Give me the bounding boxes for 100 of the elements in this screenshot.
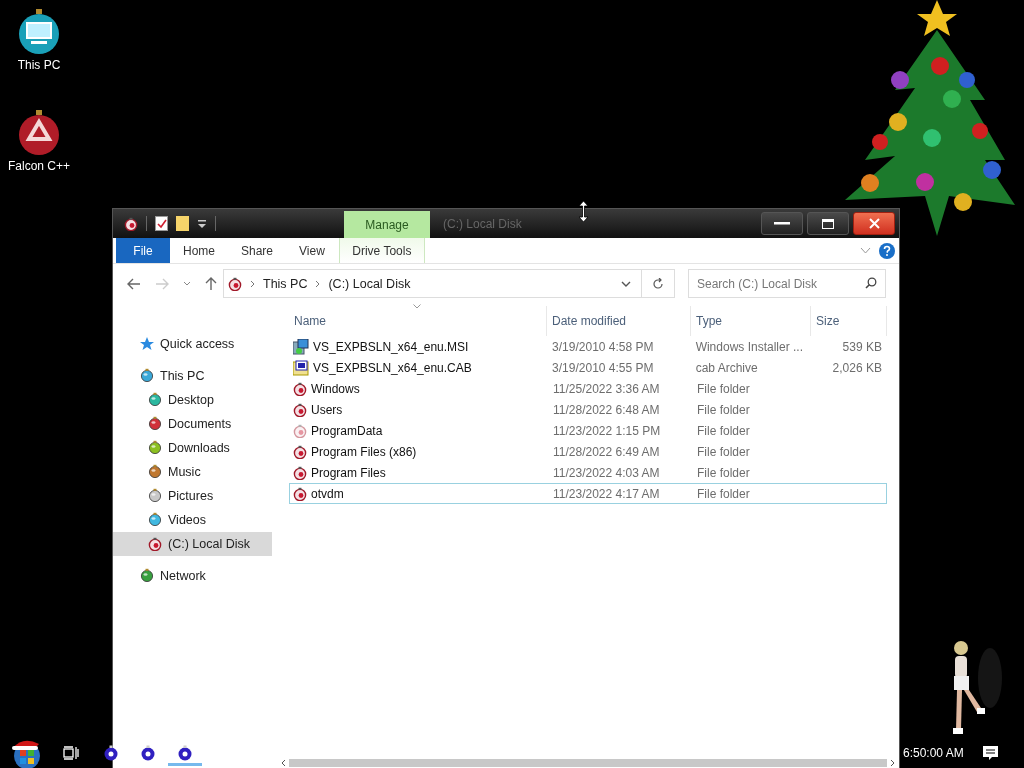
ornament-icon	[148, 487, 162, 502]
type-cell-text: File folder	[696, 465, 751, 480]
desktop-icon-label[interactable]: This PC	[17, 58, 61, 72]
clock[interactable]: 6:50:00 AM	[903, 746, 964, 760]
nav-item[interactable]: Pictures	[113, 484, 272, 508]
minimize-button[interactable]	[761, 212, 803, 235]
type-cell-text: cab Archive	[694, 360, 759, 375]
help-icon[interactable]	[879, 242, 895, 259]
address-bar[interactable]: This PC (C:) Local Disk	[223, 269, 642, 298]
maximize-icon	[822, 218, 834, 229]
dropdown-icon[interactable]	[621, 280, 631, 287]
task-view-icon[interactable]	[63, 746, 79, 760]
back-icon[interactable]	[127, 277, 141, 290]
nav-item[interactable]: Network	[113, 564, 272, 588]
ornament-icon	[140, 567, 154, 582]
ornament-icon	[148, 463, 162, 478]
nav-item[interactable]: Desktop	[113, 388, 272, 412]
size-cell-text: 539 KB	[841, 339, 883, 354]
file-name: VS_EXPBSLN_x64_enu.MSI	[313, 339, 469, 354]
nav-item[interactable]: (C:) Local Disk	[113, 532, 272, 556]
computer-ornament-icon[interactable]	[17, 8, 61, 56]
size-cell-text: 2,026 KB	[831, 360, 883, 375]
file-name: Program Files (x86)	[311, 444, 417, 459]
nav-item[interactable]: Documents	[113, 412, 272, 436]
file-row[interactable]: VS_EXPBSLN_x64_enu.CAB 3/19/2010 4:55 PM cab Archive 2,026 KB	[289, 357, 887, 378]
file-row[interactable]: Program Files (x86) 11/28/2022 6:49 AM File folder	[289, 441, 887, 462]
date-cell-text: 11/23/2022 4:03 AM	[552, 465, 661, 480]
desktop-icon-label[interactable]: Falcon C++	[7, 159, 70, 173]
file-row[interactable]: Users 11/28/2022 6:48 AM File folder	[289, 399, 887, 420]
type-cell-text: File folder	[696, 381, 751, 396]
file-row[interactable]: Windows 11/25/2022 3:36 AM File folder	[289, 378, 887, 399]
ornament-icon	[148, 511, 162, 526]
breadcrumb-item[interactable]: (C:) Local Disk	[328, 276, 411, 291]
context-tab-header: Manage	[344, 211, 430, 238]
star-icon	[140, 337, 154, 351]
taskbar-app[interactable]	[168, 743, 202, 766]
file-name: Users	[311, 402, 343, 417]
ornament-icon	[148, 415, 162, 430]
file-name: VS_EXPBSLN_x64_enu.CAB	[313, 360, 472, 375]
nav-item[interactable]: Videos	[113, 508, 272, 532]
notification-icon[interactable]	[983, 746, 998, 761]
date-cell-text: 11/25/2022 3:36 AM	[552, 381, 661, 396]
search-icon	[865, 277, 877, 289]
type-cell-text: Windows Installer ...	[694, 339, 804, 354]
cabinet-file-icon	[293, 359, 309, 376]
type-cell-text: File folder	[696, 486, 751, 501]
properties-icon[interactable]	[155, 216, 168, 231]
chevron-icon	[250, 279, 255, 288]
date-cell-text: 3/19/2010 4:55 PM	[551, 360, 655, 375]
maximize-button[interactable]	[807, 212, 849, 235]
sort-caret-icon	[413, 304, 421, 309]
nav-item[interactable]: Quick access	[113, 332, 272, 356]
recycle-ornament-icon[interactable]	[17, 109, 61, 157]
column-header[interactable]: Size	[811, 306, 887, 336]
type-cell-text: File folder	[696, 423, 751, 438]
nav-item[interactable]: Downloads	[113, 436, 272, 460]
ornament-icon	[177, 745, 193, 761]
breadcrumb-item[interactable]: This PC	[263, 276, 308, 291]
type-cell-text: File folder	[696, 444, 751, 459]
search-field[interactable]: Search (C:) Local Disk	[688, 269, 886, 298]
folder-ornament-icon	[293, 402, 307, 417]
ornament-icon	[140, 367, 154, 382]
nav-item[interactable]: Music	[113, 460, 272, 484]
up-icon[interactable]	[205, 276, 217, 291]
date-cell-text: 11/28/2022 6:49 AM	[552, 444, 661, 459]
recent-locations-icon[interactable]	[183, 281, 191, 286]
nav-item[interactable]: This PC	[113, 364, 272, 388]
window-title: (C:) Local Disk	[443, 216, 522, 231]
folder-ornament-icon	[293, 486, 307, 501]
folder-ornament-icon	[293, 444, 307, 459]
refresh-button[interactable]	[642, 269, 675, 298]
scrollbar-thumb[interactable]	[289, 759, 887, 767]
folder-ornament-icon	[293, 465, 307, 480]
ornament-icon	[148, 439, 162, 454]
file-row[interactable]: VS_EXPBSLN_x64_enu.MSI 3/19/2010 4:58 PM Windows Installer ... 539 KB	[289, 336, 887, 357]
file-row[interactable]: Program Files 11/23/2022 4:03 AM File folder	[289, 462, 887, 483]
date-cell-text: 3/19/2010 4:58 PM	[551, 339, 655, 354]
ornament-icon	[148, 391, 162, 406]
file-name: Program Files	[311, 465, 386, 480]
column-header[interactable]: Name	[289, 306, 547, 336]
installer-icon	[293, 338, 309, 355]
column-header[interactable]: Date modified	[547, 306, 691, 336]
close-button[interactable]	[853, 212, 895, 235]
minimize-icon	[774, 222, 790, 225]
file-name: Windows	[311, 381, 360, 396]
file-row[interactable]: otvdm 11/23/2022 4:17 AM File folder	[289, 483, 887, 504]
column-header[interactable]: Type	[691, 306, 811, 336]
folder-ornament-icon	[293, 381, 307, 396]
file-name: ProgramData	[311, 423, 383, 438]
horizontal-scrollbar[interactable]	[281, 758, 895, 768]
scroll-right-icon[interactable]	[890, 759, 895, 767]
type-cell-text: File folder	[696, 402, 751, 417]
ribbon-tab[interactable]: Drive Tools	[338, 238, 425, 263]
file-row[interactable]: ProgramData 11/23/2022 1:15 PM File folder	[289, 420, 887, 441]
refresh-icon	[652, 277, 664, 290]
ribbon-tab[interactable]: File	[116, 238, 170, 263]
file-name: otvdm	[311, 486, 344, 501]
dropdown-icon[interactable]	[197, 218, 207, 229]
close-icon	[868, 218, 880, 229]
scroll-left-icon[interactable]	[281, 759, 286, 767]
